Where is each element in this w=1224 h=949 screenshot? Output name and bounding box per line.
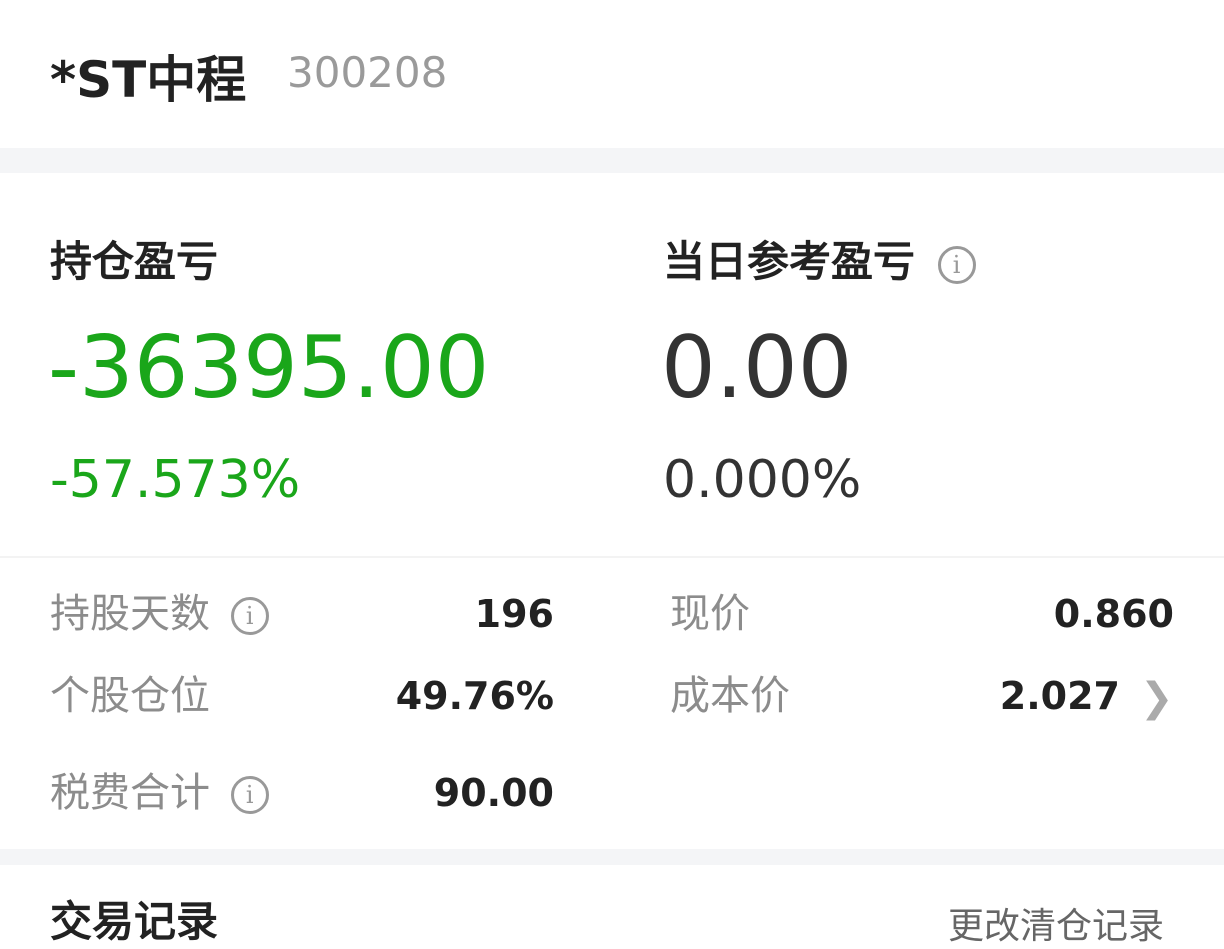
position-pl-percent: -57.573% (50, 450, 301, 510)
chevron-right-icon[interactable]: ❯ (1140, 674, 1174, 722)
daily-pl-percent: 0.000% (663, 450, 862, 510)
daily-pl-label: 当日参考盈亏 (663, 237, 916, 286)
trade-records-title: 交易记录 (50, 897, 219, 946)
hold-days-label-text: 持股天数 (50, 591, 210, 637)
cost-price-label[interactable]: 成本价 (670, 672, 790, 720)
hold-days-value: 196 (474, 592, 554, 636)
position-ratio-label: 个股仓位 (50, 673, 210, 719)
info-icon[interactable]: i (230, 597, 269, 635)
cost-price-value[interactable]: 2.027 (920, 672, 1120, 720)
section-gap (0, 148, 1224, 173)
trade-records-link[interactable]: 更改清仓记录 (948, 905, 1164, 949)
position-ratio-value: 49.76% (395, 674, 554, 718)
stock-name: *ST中程 (50, 51, 247, 109)
fees-label: 税费合计 i (50, 769, 269, 817)
daily-pl-amount: 0.00 (661, 318, 853, 418)
current-price-label: 现价 (670, 591, 750, 637)
position-pl-amount: -36395.00 (48, 318, 490, 418)
daily-pl-title: 当日参考盈亏 i (663, 228, 976, 289)
stock-code: 300208 (287, 48, 448, 97)
fees-label-text: 税费合计 (50, 770, 210, 816)
header: *ST中程 300208 (0, 0, 1224, 148)
info-icon[interactable]: i (230, 776, 269, 814)
info-icon[interactable]: i (937, 245, 976, 284)
position-pl-title: 持仓盈亏 (50, 237, 219, 286)
divider (0, 556, 1224, 558)
current-price-value: 0.860 (1053, 592, 1174, 636)
fees-value: 90.00 (433, 771, 554, 815)
hold-days-label: 持股天数 i (50, 590, 269, 638)
section-gap-2 (0, 849, 1224, 865)
